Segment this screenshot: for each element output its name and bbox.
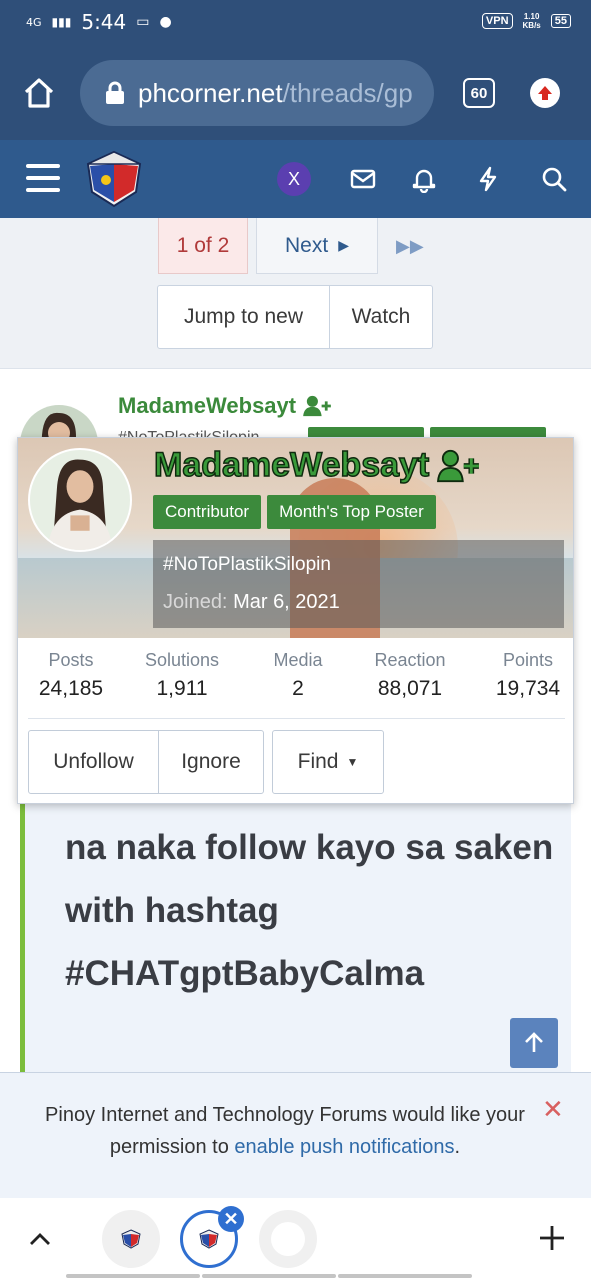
divider (28, 718, 565, 719)
stat-points[interactable]: Points 19,734 (488, 650, 568, 701)
push-notification-banner: Pinoy Internet and Technology Forums wou… (0, 1072, 591, 1198)
arrow-up-icon (525, 1032, 543, 1052)
last-page-icon[interactable]: ▶▶ (396, 218, 424, 274)
hamburger-icon[interactable] (26, 164, 60, 192)
tab-scroll-indicator (66, 1274, 472, 1278)
site-logo[interactable] (86, 150, 142, 208)
stat-media[interactable]: Media 2 (258, 650, 338, 701)
tab-thumbnail-blank[interactable] (259, 1210, 317, 1268)
member-stats: Posts 24,185 Solutions 1,911 Media 2 Rea… (18, 650, 573, 720)
notification-icon: ▭ (136, 14, 150, 30)
close-icon[interactable]: ✕ (542, 1096, 566, 1122)
home-icon[interactable] (22, 76, 56, 110)
scroll-to-top-button[interactable] (510, 1018, 558, 1068)
next-page-button[interactable]: Next ▶ (256, 218, 378, 274)
tab-switcher-button[interactable]: 60 (463, 78, 495, 108)
badge-top-poster: Month's Top Poster (267, 495, 436, 529)
custom-title: #NoToPlastikSilopin (163, 554, 331, 575)
card-info-panel: #NoToPlastikSilopin Joined: Mar 6, 2021 (153, 540, 564, 628)
close-tab-icon[interactable]: ✕ (218, 1206, 244, 1232)
member-card: MadameWebsayt Contributor Month's Top Po… (17, 437, 574, 804)
browser-toolbar: phcorner.net/threads/gp 60 (0, 46, 591, 140)
chevron-up-icon[interactable] (26, 1226, 54, 1254)
stat-reaction[interactable]: Reaction 88,071 (364, 650, 456, 701)
stat-posts[interactable]: Posts 24,185 (28, 650, 114, 701)
battery-indicator: 55 (550, 14, 571, 28)
post-username[interactable]: MadameWebsayt (118, 393, 332, 419)
enable-push-link[interactable]: enable push notifications (234, 1136, 454, 1158)
bell-icon[interactable] (410, 165, 438, 193)
jump-to-new-button[interactable]: Jump to new (158, 286, 330, 348)
signal-icon: ▮▮▮ (51, 15, 72, 29)
site-favicon (199, 1229, 219, 1249)
url-host: phcorner.net (138, 77, 283, 108)
search-icon[interactable] (540, 165, 568, 193)
add-user-icon (303, 395, 331, 417)
ignore-button[interactable]: Ignore (159, 731, 263, 793)
browser-tab-strip: ✕ (0, 1198, 591, 1280)
x-account-badge[interactable]: X (277, 162, 311, 196)
lock-icon (106, 81, 124, 104)
caret-down-icon: ▼ (346, 755, 359, 769)
badge-contributor: Contributor (153, 495, 262, 529)
status-bar: 4G ▮▮▮ 5:44 ▭ ● VPN 1.10 KB/s 55 (0, 0, 591, 46)
find-dropdown-button[interactable]: Find ▼ (273, 731, 383, 793)
card-avatar[interactable] (28, 448, 132, 552)
notification-text: Pinoy Internet and Technology Forums wou… (45, 1104, 525, 1158)
mail-icon[interactable] (349, 165, 377, 193)
card-actions: Unfollow Ignore Find ▼ (28, 730, 384, 794)
card-username[interactable]: MadameWebsayt (153, 445, 481, 485)
watch-button[interactable]: Watch (330, 286, 432, 348)
url-bar[interactable]: phcorner.net/threads/gp (80, 60, 434, 126)
vpn-badge: VPN (481, 13, 513, 29)
url-path: /threads/gp (282, 77, 413, 108)
new-tab-icon[interactable] (536, 1222, 568, 1254)
browser-menu-button[interactable] (530, 78, 560, 108)
page-current[interactable]: 1 of 2 (158, 218, 248, 274)
chevron-right-icon: ▶ (338, 237, 349, 253)
upload-arrow-icon (538, 86, 552, 100)
pagination: 1 of 2 Next ▶ ▶▶ (158, 218, 424, 274)
add-user-icon[interactable] (435, 447, 481, 485)
network-indicator: 4G (26, 15, 42, 29)
thread-actions: Jump to new Watch (157, 285, 433, 349)
net-speed: 1.10 KB/s (522, 12, 541, 30)
clock: 5:44 (81, 10, 127, 34)
site-header: X (0, 140, 591, 218)
messenger-icon: ● (159, 14, 172, 30)
unfollow-button[interactable]: Unfollow (29, 731, 159, 793)
card-badges: Contributor Month's Top Poster (153, 495, 436, 529)
tab-thumbnail[interactable] (102, 1210, 160, 1268)
bolt-icon[interactable] (474, 165, 502, 193)
stat-solutions[interactable]: Solutions 1,911 (134, 650, 230, 701)
site-favicon (121, 1229, 141, 1249)
joined-date: Joined: Mar 6, 2021 (163, 591, 340, 613)
